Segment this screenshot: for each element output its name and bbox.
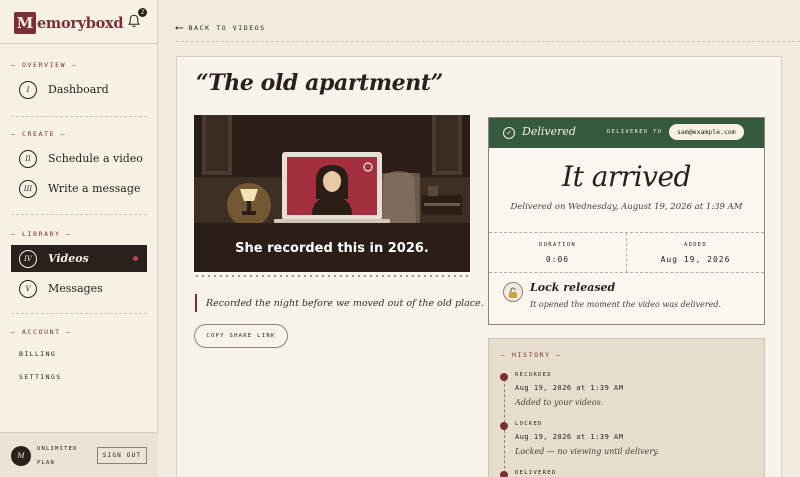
numeral-badge: I bbox=[19, 80, 37, 99]
divider bbox=[11, 313, 147, 314]
stat-value: 0:06 bbox=[545, 255, 570, 264]
timeline-dot bbox=[500, 373, 508, 381]
sign-out-button[interactable]: SIGN OUT bbox=[97, 447, 147, 464]
timeline-dot bbox=[500, 422, 508, 430]
event-desc: Added to your videos. bbox=[515, 398, 604, 407]
event-desc: Locked — no viewing until delivery. bbox=[515, 447, 660, 456]
sidebar-link-billing[interactable]: BILLING bbox=[19, 350, 56, 358]
sidebar: M emoryboxd 2 — OVERVIEW — I Dashboard —… bbox=[0, 0, 158, 477]
video-player[interactable]: She recorded this in 2026. bbox=[194, 115, 470, 272]
lock-status-desc: It opened the moment the video was deliv… bbox=[530, 300, 722, 309]
video-note: Recorded the night before we moved out o… bbox=[195, 294, 484, 312]
section-account: — ACCOUNT — bbox=[11, 328, 72, 336]
back-link-label: BACK TO VIDEOS bbox=[188, 23, 266, 32]
event-label: RECORDED bbox=[515, 372, 552, 378]
timeline-dot bbox=[500, 471, 508, 477]
sidebar-item-label: Write a message bbox=[48, 182, 141, 195]
copy-share-link-button[interactable]: COPY SHARE LINK bbox=[194, 324, 288, 348]
checkmark-icon: ✓ bbox=[503, 127, 515, 139]
sidebar-item-dashboard[interactable]: I Dashboard bbox=[11, 76, 147, 103]
sidebar-link-settings[interactable]: SETTINGS bbox=[19, 373, 62, 381]
sidebar-item-label: Schedule a video bbox=[48, 152, 143, 165]
sidebar-item-messages[interactable]: V Messages bbox=[11, 275, 147, 302]
delivery-headline: It arrived bbox=[562, 160, 691, 193]
video-caption: She recorded this in 2026. bbox=[235, 241, 429, 256]
numeral-badge: III bbox=[19, 179, 37, 198]
brand-logo[interactable]: M emoryboxd bbox=[14, 10, 124, 36]
section-create: — CREATE — bbox=[11, 130, 67, 138]
plan-label: UNLIMITED bbox=[37, 446, 78, 452]
sidebar-item-label: Videos bbox=[48, 252, 89, 265]
event-label: DELIVERED bbox=[515, 470, 557, 476]
sidebar-item-videos[interactable]: IV Videos bbox=[11, 245, 147, 272]
divider bbox=[0, 43, 158, 44]
section-overview: — OVERVIEW — bbox=[11, 61, 78, 69]
active-indicator bbox=[133, 256, 138, 261]
film-perforation bbox=[194, 274, 470, 278]
sidebar-footer: M UNLIMITED PLAN SIGN OUT bbox=[0, 432, 158, 477]
sidebar-item-label: Dashboard bbox=[48, 83, 109, 96]
divider bbox=[11, 116, 147, 117]
delivery-status-bar: ✓ Delivered DELIVERED TO sam@example.com bbox=[489, 118, 764, 148]
arrow-left-icon: ⟵ bbox=[176, 21, 183, 34]
delivery-panel: ✓ Delivered DELIVERED TO sam@example.com… bbox=[488, 117, 765, 325]
sidebar-item-label: Messages bbox=[48, 282, 103, 295]
sidebar-item-schedule-video[interactable]: II Schedule a video bbox=[11, 145, 147, 172]
sidebar-item-write-message[interactable]: III Write a message bbox=[11, 175, 147, 202]
page-title: “The old apartment” bbox=[196, 70, 443, 96]
divider bbox=[176, 41, 800, 42]
video-stats: DURATION 0:06 ADDED Aug 19, 2026 bbox=[489, 232, 764, 273]
recipient-email: sam@example.com bbox=[669, 124, 744, 140]
unlock-icon bbox=[503, 282, 523, 302]
numeral-badge: II bbox=[19, 149, 37, 168]
stat-value: Aug 19, 2026 bbox=[660, 255, 731, 264]
event-time: Aug 19, 2026 at 1:39 AM bbox=[515, 433, 624, 441]
numeral-badge: IV bbox=[19, 249, 37, 268]
delivered-to-label: DELIVERED TO bbox=[607, 129, 663, 135]
notification-badge: 2 bbox=[138, 8, 147, 17]
history-panel: — HISTORY — RECORDED Aug 19, 2026 at 1:3… bbox=[488, 338, 765, 477]
back-to-videos-link[interactable]: ⟵ BACK TO VIDEOS bbox=[176, 21, 266, 34]
divider bbox=[11, 214, 147, 215]
plan-label: PLAN bbox=[37, 460, 56, 466]
lock-status-title: Lock released bbox=[530, 281, 616, 294]
brand-mark: M bbox=[14, 12, 36, 34]
delivered-date: Delivered on Wednesday, August 19, 2026 … bbox=[510, 202, 743, 212]
stat-label: ADDED bbox=[683, 242, 708, 248]
numeral-badge: V bbox=[19, 279, 37, 298]
stat-label: DURATION bbox=[539, 242, 576, 248]
stat-added: ADDED Aug 19, 2026 bbox=[626, 233, 764, 272]
event-time: Aug 19, 2026 at 1:39 AM bbox=[515, 384, 624, 392]
history-title: — HISTORY — bbox=[501, 351, 562, 359]
brand-name: emoryboxd bbox=[37, 14, 124, 32]
avatar[interactable]: M bbox=[11, 446, 31, 466]
section-library: — LIBRARY — bbox=[11, 230, 72, 238]
stat-duration: DURATION 0:06 bbox=[489, 233, 626, 272]
event-label: LOCKED bbox=[515, 421, 543, 427]
delivery-status: Delivered bbox=[522, 125, 576, 138]
